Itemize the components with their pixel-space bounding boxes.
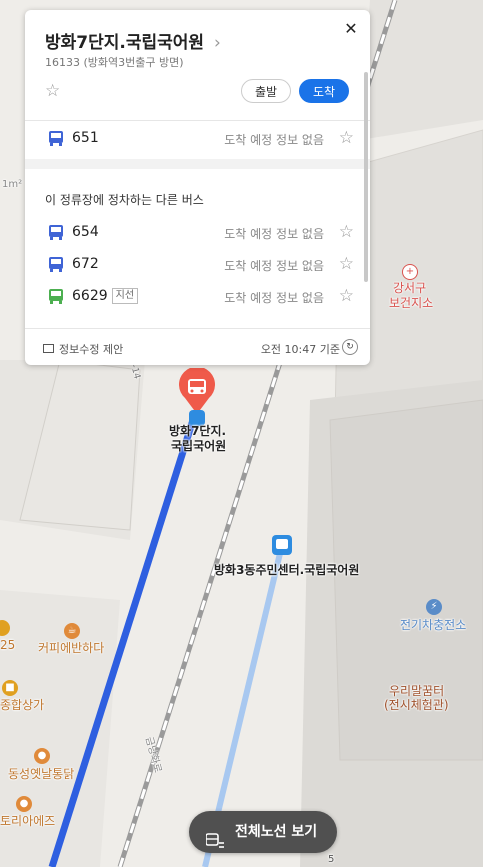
area-label: 1m² (2, 179, 23, 190)
scrollbar[interactable] (364, 72, 368, 282)
shop-icon[interactable]: ■ (2, 680, 18, 696)
stop-title[interactable]: 방화7단지.국립국어원 › (45, 28, 221, 53)
poi-label[interactable]: 종합상가 (0, 698, 44, 712)
poi-label[interactable]: 전기차충전소 (400, 618, 466, 632)
feedback-link[interactable]: 정보수정 제안 (43, 341, 123, 357)
bus-icon (49, 131, 63, 146)
bus-route-icon (205, 824, 224, 848)
restaurant-icon[interactable]: ● (34, 748, 50, 764)
section-title: 이 정류장에 정차하는 다른 버스 (45, 193, 204, 207)
favorite-star-icon[interactable]: ☆ (339, 254, 354, 274)
updated-time: 오전 10:47 기준 (260, 343, 340, 356)
favorite-star-icon[interactable]: ☆ (45, 81, 60, 101)
section-gap (25, 159, 370, 169)
arrival-status: 도착 예정 정보 없음 (224, 259, 324, 273)
bus-route-row[interactable]: 654 도착 예정 정보 없음 ☆ (25, 217, 370, 249)
bus-route-row[interactable]: 651 도착 예정 정보 없음 ☆ (25, 123, 370, 155)
close-icon[interactable]: ✕ (342, 20, 360, 38)
poi-label[interactable]: (전시체험관) (384, 698, 449, 712)
cafe-icon[interactable]: ☕ (64, 623, 80, 639)
selected-stop-label: 방화7단지. (169, 424, 227, 438)
partial-label: 5 (328, 854, 335, 865)
poi-label[interactable]: 토리아에즈 (0, 814, 55, 828)
arrival-status: 도착 예정 정보 없음 (224, 133, 324, 147)
bus-icon (49, 289, 63, 304)
comment-icon (43, 344, 54, 353)
bus-icon (49, 257, 63, 272)
arrive-button[interactable]: 도착 (299, 79, 349, 103)
depart-button[interactable]: 출발 (241, 79, 291, 103)
favorite-star-icon[interactable]: ☆ (339, 128, 354, 148)
chevron-right-icon: › (213, 33, 221, 53)
selected-stop-label: 국립국어원 (171, 439, 227, 453)
view-full-route-label: 전체노선 보기 (235, 824, 318, 840)
poi-label[interactable]: 커피에반하다 (38, 641, 104, 655)
view-full-route-button[interactable]: 전체노선 보기 (189, 811, 337, 853)
bus-stop-info-card: 방화7단지.국립국어원 › 16133 (방화역3번출구 방면) ✕ ☆ 출발 … (25, 10, 370, 365)
bus-number: 651 (72, 130, 99, 146)
bus-route-row[interactable]: 6629 지선 도착 예정 정보 없음 ☆ (25, 281, 370, 313)
bus-number: 6629 지선 (72, 288, 139, 304)
bus-number: 672 (72, 256, 99, 272)
poi-label[interactable]: 우리말꿈터 (389, 684, 444, 698)
selected-stop-marker[interactable] (177, 366, 217, 416)
bus-stop-label: 방화3동주민센터.국립국어원 (214, 563, 360, 577)
refresh-icon[interactable]: ↻ (342, 339, 358, 355)
hospital-icon[interactable]: + (402, 264, 418, 280)
bus-number-text: 6629 (72, 288, 108, 304)
stop-name: 방화7단지.국립국어원 (45, 33, 205, 53)
card-footer: 정보수정 제안 오전 10:47 기준 ↻ (25, 328, 370, 365)
poi-label[interactable]: 동성옛날통닭 (8, 767, 74, 781)
route-type-badge: 지선 (111, 288, 139, 304)
ev-charger-icon[interactable]: ⚡ (426, 599, 442, 615)
partial-label: 25 (0, 638, 16, 652)
favorite-star-icon[interactable]: ☆ (339, 286, 354, 306)
divider (25, 120, 370, 121)
stop-subtitle: 16133 (방화역3번출구 방면) (45, 56, 184, 69)
feedback-label: 정보수정 제안 (59, 343, 124, 356)
favorite-star-icon[interactable]: ☆ (339, 222, 354, 242)
restaurant-icon[interactable]: ● (16, 796, 32, 812)
bus-route-row[interactable]: 672 도착 예정 정보 없음 ☆ (25, 249, 370, 281)
poi-label[interactable]: 보건지소 (389, 296, 433, 310)
bus-icon (49, 225, 63, 240)
bus-stop-icon[interactable] (272, 535, 292, 555)
bus-number: 654 (72, 224, 99, 240)
poi-label[interactable]: 강서구 (393, 281, 426, 295)
arrival-status: 도착 예정 정보 없음 (224, 291, 324, 305)
arrival-status: 도착 예정 정보 없음 (224, 227, 324, 241)
